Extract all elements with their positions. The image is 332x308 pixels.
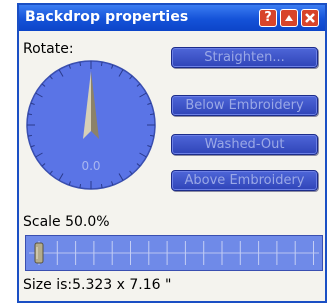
close-button[interactable]: [301, 9, 319, 27]
rotate-label: Rotate:: [23, 41, 74, 57]
help-button[interactable]: ?: [259, 9, 277, 27]
collapse-icon: [285, 15, 293, 21]
washed-out-button[interactable]: Washed-Out: [171, 134, 318, 155]
slider-thumb[interactable]: [34, 242, 44, 264]
rotate-value: 0.0: [81, 159, 100, 173]
dial-tick: [100, 61, 103, 66]
dial-tick: [100, 184, 103, 189]
size-label: Size is:5.323 x 7.16 ": [23, 277, 172, 293]
above-embroidery-button[interactable]: Above Embroidery: [171, 170, 318, 191]
dial-tick: [150, 134, 155, 137]
straighten-button[interactable]: Straighten...: [171, 47, 318, 68]
dial-tick: [27, 113, 32, 116]
window-title: Backdrop properties: [25, 9, 189, 25]
dial-tick: [150, 113, 155, 116]
rotation-dial[interactable]: 0.0: [25, 59, 157, 191]
backdrop-properties-window: Backdrop properties ? Rotate: 0.0 Straig…: [17, 3, 327, 303]
close-icon: [305, 13, 315, 23]
minimize-button[interactable]: [280, 9, 298, 27]
below-embroidery-button[interactable]: Below Embroidery: [171, 95, 318, 116]
dial-tick: [79, 184, 82, 189]
title-bar[interactable]: Backdrop properties ?: [19, 5, 325, 31]
dial-tick: [27, 134, 32, 137]
dial-tick: [79, 61, 82, 66]
scale-slider[interactable]: [25, 235, 323, 271]
scale-label: Scale 50.0%: [23, 214, 110, 230]
